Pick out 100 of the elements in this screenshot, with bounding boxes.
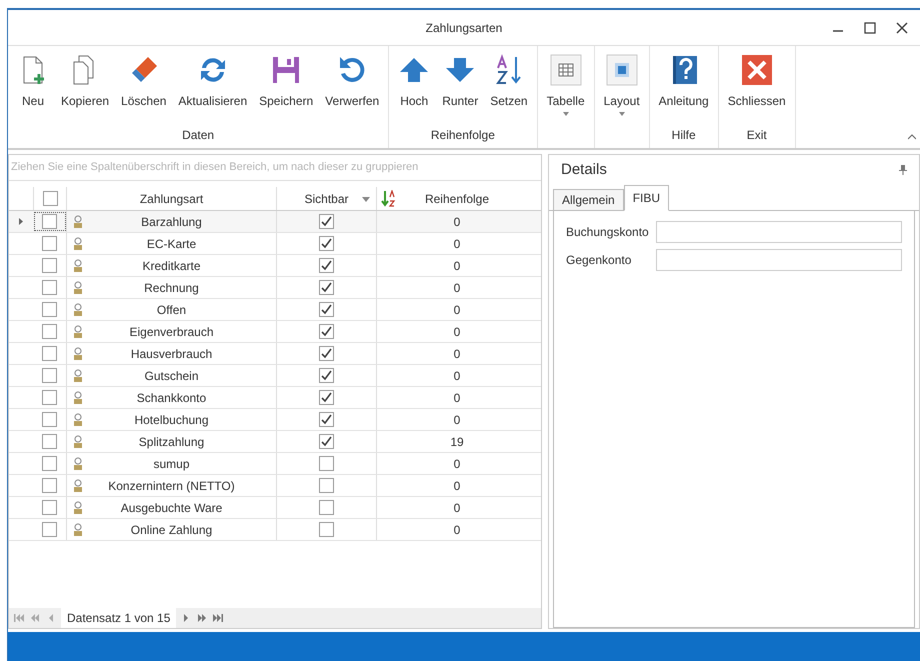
- row-checkbox[interactable]: [42, 500, 57, 515]
- bag-icon: [73, 500, 83, 514]
- row-checkbox[interactable]: [42, 478, 57, 493]
- table-cell-text: EC-Karte: [146, 236, 196, 252]
- table-row[interactable]: Eigenverbrauch 0: [9, 321, 541, 343]
- bag-icon: [73, 236, 83, 250]
- table-row[interactable]: Kreditkarte 0: [9, 255, 541, 277]
- visible-checkbox[interactable]: [319, 346, 334, 361]
- tab[interactable]: FIBU: [624, 185, 670, 211]
- table-row[interactable]: Hausverbrauch 0: [9, 343, 541, 365]
- input-field[interactable]: [656, 221, 902, 243]
- row-checkbox[interactable]: [42, 214, 57, 229]
- table-cell-text: 0: [454, 368, 460, 384]
- ribbon-button[interactable]: Verwerfen: [320, 52, 384, 126]
- table-cell-text: Hotelbuchung: [134, 412, 209, 428]
- visible-checkbox[interactable]: [319, 280, 334, 295]
- ribbon-button[interactable]: Setzen: [485, 52, 533, 126]
- column-header[interactable]: Zahlungsart: [67, 187, 277, 210]
- table-cell-text: 0: [454, 214, 460, 230]
- table-cell-text: Offen: [156, 302, 186, 318]
- filter-dropdown-icon[interactable]: [362, 197, 370, 202]
- visible-checkbox[interactable]: [319, 214, 334, 229]
- table-row[interactable]: Schankkonto 0: [9, 387, 541, 409]
- table-cell-text: 0: [454, 236, 460, 252]
- visible-checkbox[interactable]: [319, 412, 334, 427]
- table-cell-text: Schankkonto: [136, 390, 206, 406]
- select-all-checkbox[interactable]: [42, 191, 58, 206]
- checkmark-icon: [321, 392, 332, 403]
- column-header[interactable]: Reihenfolge: [377, 187, 537, 210]
- table-row[interactable]: Online Zahlung 0: [9, 519, 541, 541]
- visible-checkbox[interactable]: [319, 478, 334, 493]
- bag-icon: [73, 302, 83, 316]
- row-checkbox[interactable]: [42, 302, 57, 317]
- next-page-icon[interactable]: [196, 614, 208, 622]
- row-checkbox[interactable]: [42, 412, 57, 427]
- table-cell-text: Gutschein: [144, 368, 199, 384]
- row-checkbox[interactable]: [42, 324, 57, 339]
- row-checkbox[interactable]: [42, 434, 57, 449]
- ribbon-button[interactable]: Speichern: [254, 52, 318, 126]
- row-checkbox[interactable]: [42, 390, 57, 405]
- table-cell-text: sumup: [153, 456, 190, 472]
- last-record-icon[interactable]: [212, 614, 224, 622]
- input-field[interactable]: [656, 249, 902, 271]
- ribbon-button[interactable]: Anleitung: [654, 52, 714, 126]
- visible-checkbox[interactable]: [319, 434, 334, 449]
- ribbon-button[interactable]: Löschen: [116, 52, 172, 126]
- maximize-icon[interactable]: [864, 22, 876, 34]
- ribbon-button[interactable]: Hoch: [393, 52, 436, 126]
- first-record-icon[interactable]: [13, 614, 25, 622]
- ribbon-button[interactable]: Layout: [598, 52, 645, 126]
- visible-checkbox[interactable]: [319, 456, 334, 471]
- table-row[interactable]: Ausgebuchte Ware 0: [9, 497, 541, 519]
- table-row[interactable]: Gutschein 0: [9, 365, 541, 387]
- bag-icon: [73, 346, 83, 360]
- table-row[interactable]: Barzahlung 0: [9, 211, 541, 233]
- visible-checkbox[interactable]: [319, 236, 334, 251]
- table-row[interactable]: EC-Karte 0: [9, 233, 541, 255]
- ribbon-button[interactable]: Tabelle: [542, 52, 590, 126]
- row-checkbox[interactable]: [42, 522, 57, 537]
- tab[interactable]: Allgemein: [553, 189, 624, 211]
- checkmark-icon: [321, 414, 332, 425]
- row-checkbox[interactable]: [42, 258, 57, 273]
- table-row[interactable]: Rechnung 0: [9, 277, 541, 299]
- bag-icon: [73, 324, 83, 338]
- table-cell-text: 0: [454, 302, 460, 318]
- visible-checkbox[interactable]: [319, 258, 334, 273]
- table-row[interactable]: sumup 0: [9, 453, 541, 475]
- visible-checkbox[interactable]: [319, 368, 334, 383]
- row-checkbox[interactable]: [42, 280, 57, 295]
- row-checkbox[interactable]: [42, 236, 57, 251]
- bag-icon: [73, 280, 83, 294]
- visible-checkbox[interactable]: [319, 324, 334, 339]
- ribbon-button[interactable]: Neu: [12, 52, 54, 126]
- table-cell-text: 0: [454, 324, 460, 340]
- visible-checkbox[interactable]: [319, 522, 334, 537]
- table-row[interactable]: Konzernintern (NETTO) 0: [9, 475, 541, 497]
- table-row[interactable]: Offen 0: [9, 299, 541, 321]
- close-icon: [740, 54, 773, 86]
- visible-checkbox[interactable]: [319, 302, 334, 317]
- row-checkbox[interactable]: [42, 346, 57, 361]
- row-checkbox[interactable]: [42, 456, 57, 471]
- close-window-icon[interactable]: [896, 22, 908, 34]
- table-row[interactable]: Hotelbuchung 0: [9, 409, 541, 431]
- row-checkbox[interactable]: [42, 368, 57, 383]
- collapse-ribbon-icon[interactable]: [908, 134, 916, 140]
- ribbon-button[interactable]: Aktualisieren: [173, 52, 252, 126]
- visible-checkbox[interactable]: [319, 390, 334, 405]
- table-cell-text: Ausgebuchte Ware: [120, 500, 222, 516]
- previous-page-icon[interactable]: [29, 614, 41, 622]
- layout-icon: [606, 54, 638, 86]
- table-row[interactable]: Splitzahlung 19: [9, 431, 541, 453]
- ribbon-button[interactable]: Schliessen: [722, 52, 791, 126]
- visible-checkbox[interactable]: [319, 500, 334, 515]
- ribbon-button[interactable]: Runter: [437, 52, 484, 126]
- table-cell-text: Online Zahlung: [130, 522, 212, 538]
- ribbon-button[interactable]: Kopieren: [56, 52, 114, 126]
- table-cell-text: 0: [454, 412, 460, 428]
- table-cell-text: 0: [454, 478, 460, 494]
- pin-icon[interactable]: [899, 165, 907, 175]
- column-header[interactable]: Sichtbar: [277, 187, 377, 210]
